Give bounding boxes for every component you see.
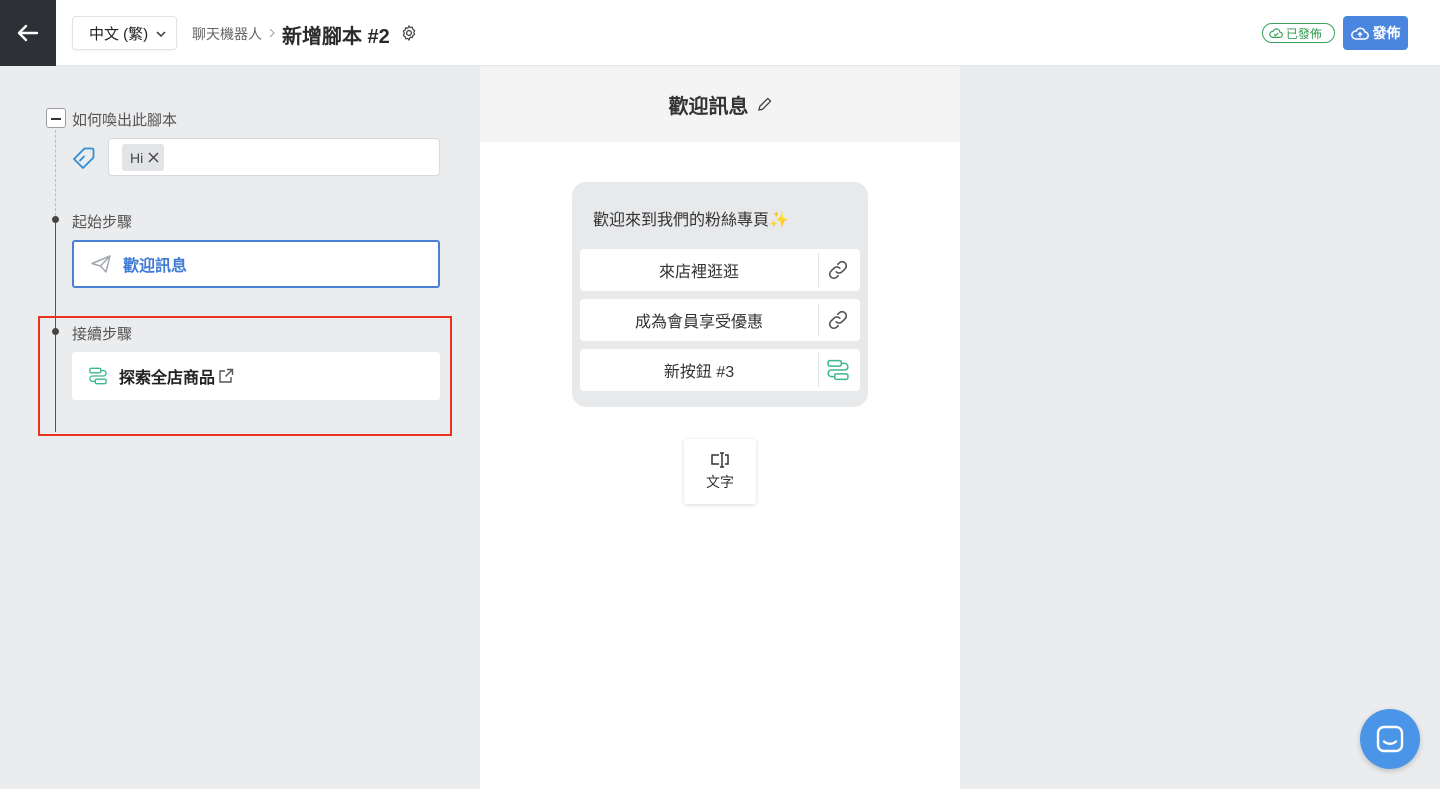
message-editor-panel: 歡迎訊息 歡迎來到我們的粉絲專頁✨ 來店裡逛逛 成為會員享受優惠 新按鈕 #3 …	[480, 66, 960, 789]
chevron-down-icon	[156, 31, 166, 38]
keyword-tag: Hi	[122, 144, 164, 171]
editor-title: 歡迎訊息	[668, 95, 749, 118]
reply-button-label: 來店裡逛逛	[658, 264, 739, 281]
link-icon[interactable]	[827, 259, 849, 281]
reply-button-label: 成為會員享受優惠	[634, 314, 763, 331]
top-bar: 中文 (繁) 聊天機器人 新增腳本 #2 已發佈 發佈	[0, 0, 1440, 66]
preview-panel	[960, 66, 1440, 789]
chat-launcher-button[interactable]	[1360, 709, 1420, 769]
reply-button[interactable]: 來店裡逛逛	[580, 249, 860, 291]
editor-header: 歡迎訊息	[480, 66, 960, 142]
paper-plane-icon	[91, 255, 111, 273]
tag-icon	[73, 147, 95, 169]
link-icon[interactable]	[827, 309, 849, 331]
language-select-value: 中文 (繁)	[89, 25, 149, 43]
start-section-label: 起始步驟	[72, 214, 133, 231]
highlight-box	[38, 316, 452, 436]
language-select[interactable]: 中文 (繁)	[72, 16, 177, 50]
page-title: 新增腳本 #2	[282, 26, 390, 48]
status-badge-label: 已發佈	[1286, 26, 1323, 41]
chevron-right-icon	[269, 28, 275, 38]
start-step-card[interactable]: 歡迎訊息	[72, 240, 440, 288]
divider	[818, 253, 819, 287]
publish-button[interactable]: 發佈	[1343, 16, 1408, 50]
divider	[818, 353, 819, 387]
message-bubble[interactable]: 歡迎來到我們的粉絲專頁✨ 來店裡逛逛 成為會員享受優惠 新按鈕 #3	[572, 182, 868, 407]
message-body: 歡迎來到我們的粉絲專頁	[593, 212, 770, 229]
close-icon[interactable]	[148, 152, 159, 163]
flow-panel: 如何喚出此腳本 Hi 起始步驟 歡迎訊息 接續步驟 探索全店商品	[0, 66, 480, 789]
arrow-left-icon	[17, 24, 39, 42]
breadcrumb-chatbot[interactable]: 聊天機器人	[192, 24, 262, 44]
add-text-label: 文字	[706, 473, 734, 490]
dashed-connector	[55, 130, 56, 216]
status-badge: 已發佈	[1262, 23, 1335, 43]
gear-icon[interactable]	[400, 24, 418, 42]
flow-icon[interactable]	[827, 359, 849, 381]
cloud-upload-icon	[1350, 27, 1369, 40]
back-button[interactable]	[0, 0, 56, 66]
pencil-icon[interactable]	[757, 97, 772, 112]
divider	[818, 303, 819, 337]
cloud-check-icon	[1269, 28, 1283, 38]
start-step-label: 歡迎訊息	[123, 258, 188, 275]
text-box-icon	[711, 451, 729, 468]
sparkles-emoji: ✨	[769, 212, 789, 229]
step-dot	[52, 216, 59, 223]
collapse-toggle[interactable]	[46, 108, 66, 128]
reply-button[interactable]: 新按鈕 #3	[580, 349, 860, 391]
message-text: 歡迎來到我們的粉絲專頁✨	[593, 206, 789, 230]
trigger-section-label: 如何喚出此腳本	[72, 112, 178, 129]
reply-button-label: 新按鈕 #3	[663, 364, 735, 381]
reply-button[interactable]: 成為會員享受優惠	[580, 299, 860, 341]
publish-button-label: 發佈	[1372, 25, 1401, 41]
add-text-button[interactable]: 文字	[684, 439, 756, 504]
keyword-tag-label: Hi	[130, 149, 144, 166]
chat-icon	[1376, 725, 1404, 753]
keyword-input[interactable]: Hi	[108, 138, 440, 176]
